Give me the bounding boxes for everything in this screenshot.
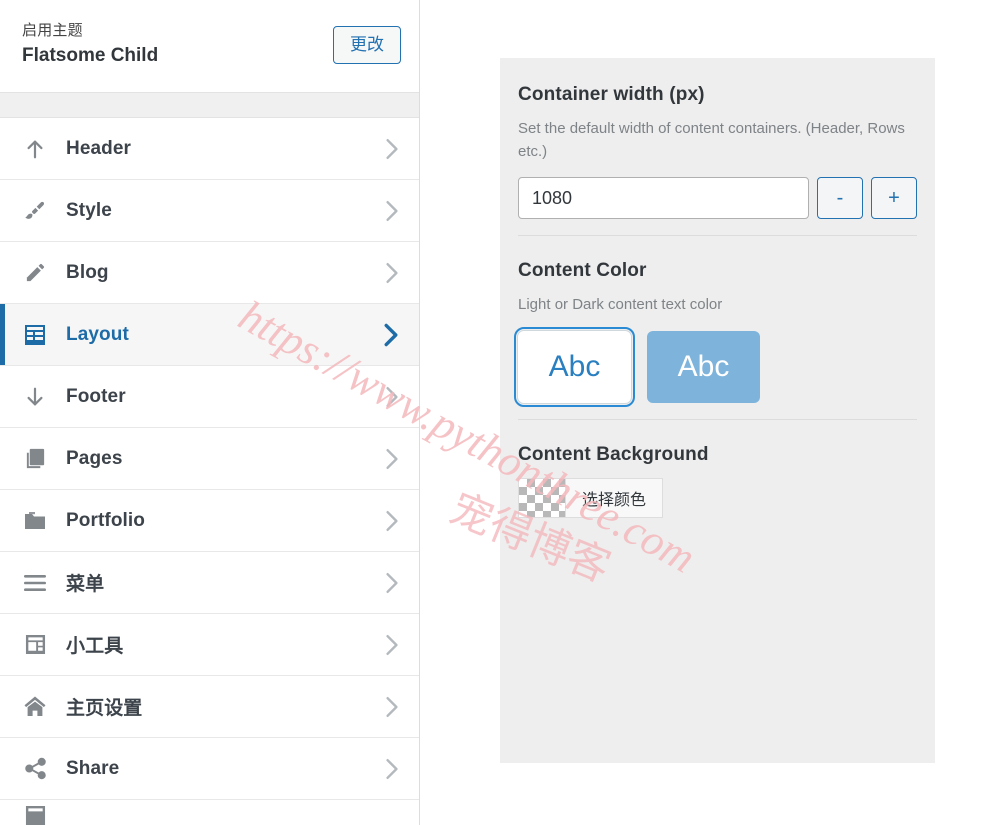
section-divider	[518, 418, 917, 420]
section-divider	[518, 235, 917, 236]
arrow-up-icon	[22, 136, 48, 162]
customizer-menu-list: Header Style Blog Layout Footer Pages Po…	[0, 118, 419, 825]
chevron-right-icon	[383, 262, 401, 284]
content-background-control: 选择颜色	[518, 477, 917, 518]
container-width-description: Set the default width of content contain…	[518, 120, 905, 160]
sidebar-item-header[interactable]: Header	[0, 118, 419, 180]
screen-root: 启用主题 Flatsome Child 更改 Header Style Blog…	[0, 0, 1000, 825]
content-color-option-dark[interactable]: Abc	[647, 330, 760, 403]
sidebar-item-label: 主页设置	[66, 698, 143, 719]
widgets-icon	[22, 802, 48, 825]
container-width-control: - +	[518, 177, 917, 219]
panel-separator	[0, 92, 419, 118]
sidebar-item-next-partial[interactable]	[0, 800, 419, 825]
chevron-right-icon	[383, 696, 401, 718]
sidebar-item-label: Footer	[66, 385, 126, 407]
sidebar-item-layout[interactable]: Layout	[0, 304, 419, 366]
widgets-icon	[22, 632, 48, 658]
sidebar-item-widgets[interactable]: 小工具	[0, 614, 419, 676]
sidebar-item-label: Header	[66, 137, 132, 159]
chevron-right-icon	[383, 200, 401, 222]
sidebar-item-label: Style	[66, 199, 112, 221]
chevron-right-icon	[383, 138, 401, 160]
sidebar-item-homepage-settings[interactable]: 主页设置	[0, 676, 419, 738]
chevron-right-icon	[381, 323, 401, 347]
sidebar-item-label: Portfolio	[66, 509, 145, 531]
sidebar-item-share[interactable]: Share	[0, 738, 419, 800]
section-container-width: Container width (px) Set the default wid…	[518, 84, 917, 242]
sidebar-item-footer[interactable]: Footer	[0, 366, 419, 428]
sidebar-item-label: 菜单	[66, 574, 105, 595]
hamburger-icon	[22, 570, 48, 596]
sidebar-item-label: Pages	[66, 447, 123, 469]
settings-panel: Container width (px) Set the default wid…	[500, 58, 935, 763]
active-theme-label: 启用主题	[22, 22, 83, 40]
pages-stack-icon	[22, 446, 48, 472]
sidebar-item-label: Layout	[66, 323, 129, 345]
select-color-button[interactable]: 选择颜色	[566, 477, 664, 518]
transparent-swatch-icon[interactable]	[518, 477, 566, 518]
share-icon	[22, 756, 48, 782]
content-color-description: Light or Dark content text color	[518, 296, 723, 313]
sidebar-item-label: Blog	[66, 261, 109, 283]
chevron-right-icon	[383, 634, 401, 656]
pencil-icon	[22, 260, 48, 286]
home-icon	[22, 694, 48, 720]
paint-brush-icon	[22, 198, 48, 224]
container-width-increment-button[interactable]: +	[871, 177, 917, 219]
sidebar-item-label: Share	[66, 757, 120, 779]
content-color-option-light[interactable]: Abc	[514, 326, 635, 407]
chevron-right-icon	[383, 510, 401, 532]
change-theme-button[interactable]: 更改	[333, 25, 401, 65]
chevron-right-icon	[383, 448, 401, 470]
content-color-options: Abc Abc	[514, 326, 917, 407]
sidebar-item-label: 小工具	[66, 636, 124, 657]
active-theme-name: Flatsome Child	[22, 45, 159, 67]
section-content-color: Content Color Light or Dark content text…	[514, 242, 917, 426]
folder-icon	[22, 508, 48, 534]
customizer-panel: 启用主题 Flatsome Child 更改 Header Style Blog…	[0, 0, 420, 825]
table-grid-icon	[22, 322, 48, 348]
active-theme-header: 启用主题 Flatsome Child 更改	[0, 0, 419, 92]
content-color-title: Content Color	[518, 260, 647, 281]
content-background-title: Content Background	[518, 443, 709, 465]
chevron-right-icon	[383, 386, 401, 408]
sidebar-item-menus[interactable]: 菜单	[0, 552, 419, 614]
sidebar-item-portfolio[interactable]: Portfolio	[0, 490, 419, 552]
chevron-right-icon	[383, 572, 401, 594]
sidebar-item-pages[interactable]: Pages	[0, 428, 419, 490]
sidebar-item-blog[interactable]: Blog	[0, 242, 419, 304]
container-width-title: Container width (px)	[518, 84, 705, 105]
active-theme-meta: 启用主题 Flatsome Child	[22, 21, 158, 69]
container-width-input[interactable]	[518, 177, 809, 219]
chevron-right-icon	[383, 758, 401, 780]
sidebar-item-style[interactable]: Style	[0, 180, 419, 242]
section-content-background: Content Background 选择颜色	[518, 426, 917, 524]
arrow-down-icon	[22, 384, 48, 410]
container-width-decrement-button[interactable]: -	[817, 177, 863, 219]
